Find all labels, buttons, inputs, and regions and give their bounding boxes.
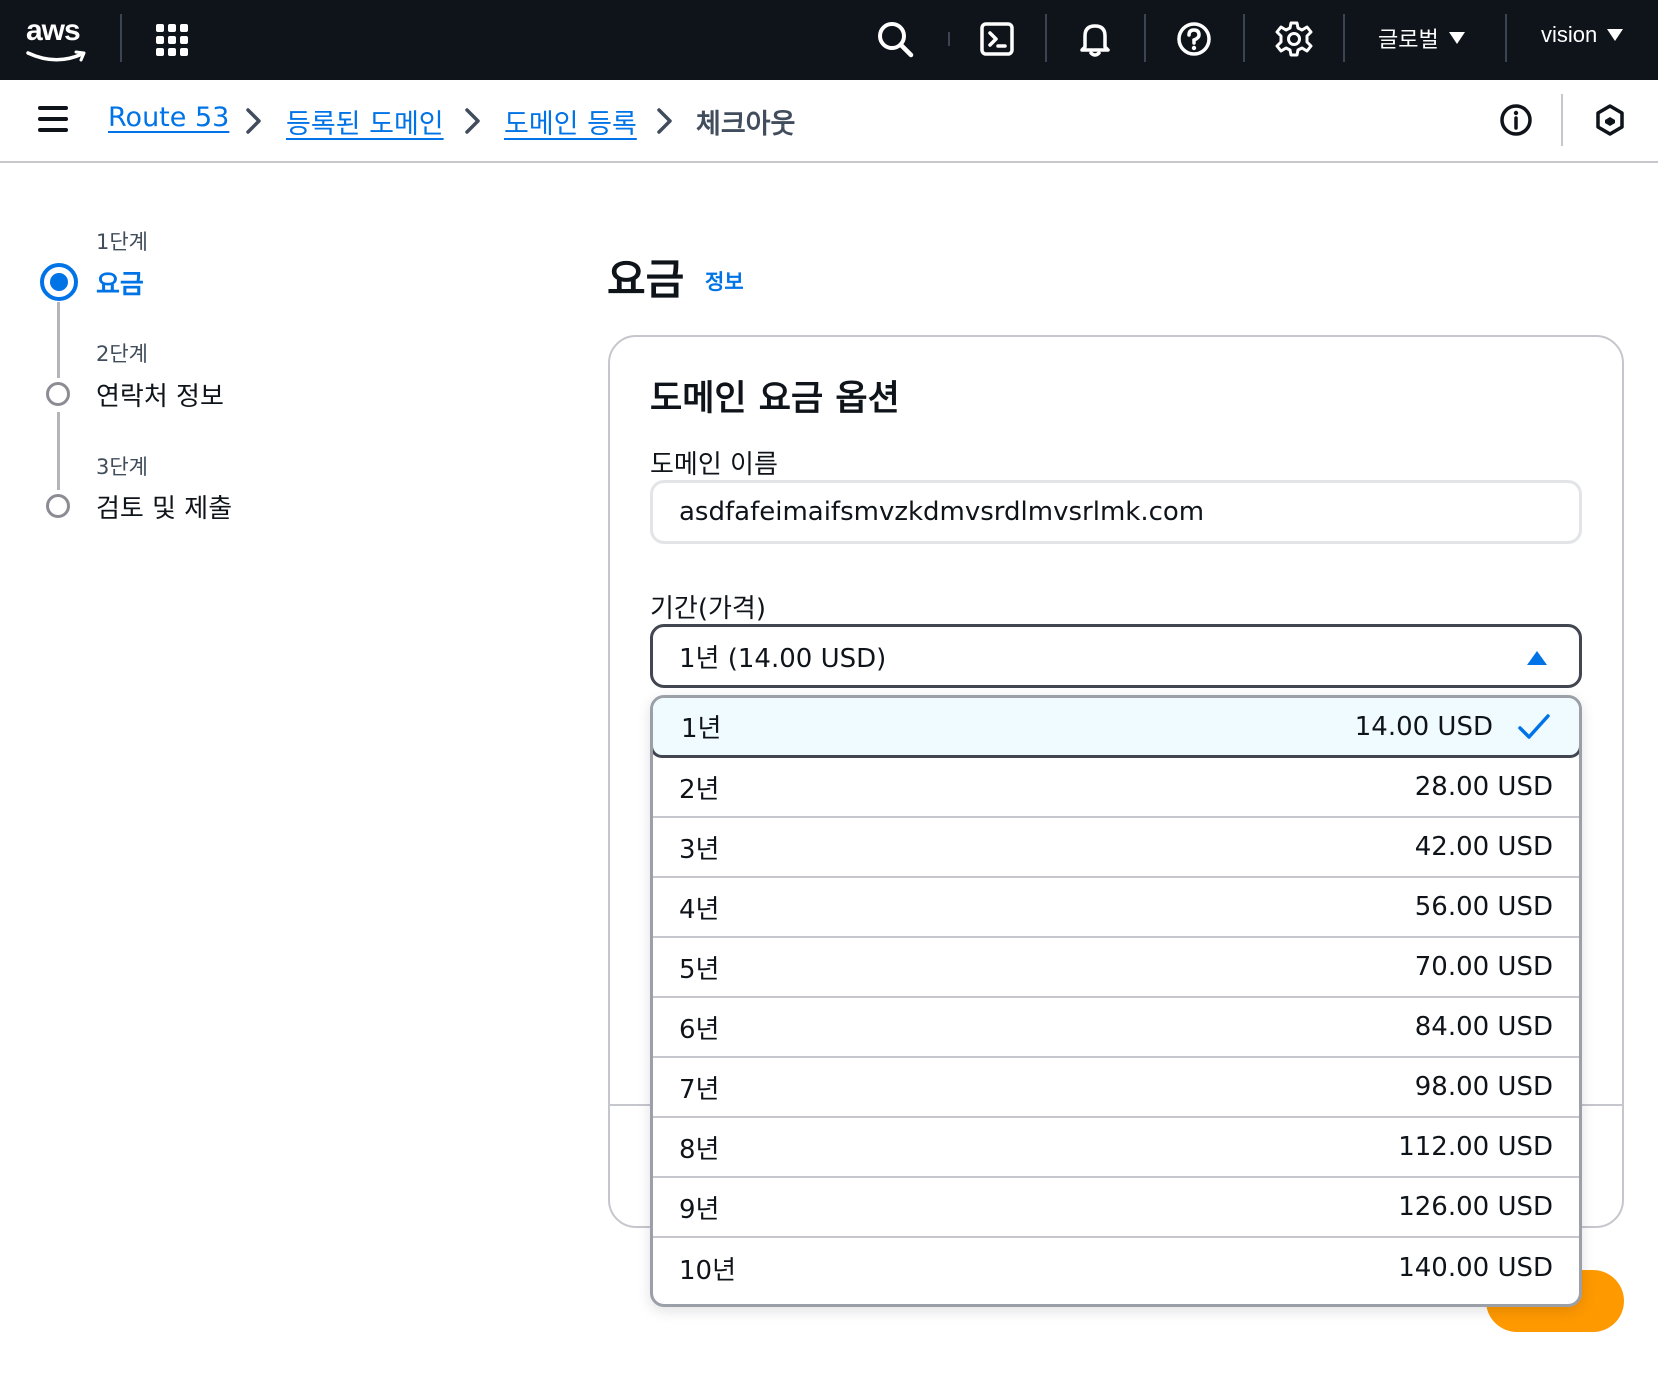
option-price: 98.00 USD xyxy=(1414,1072,1553,1102)
option-price: 42.00 USD xyxy=(1414,832,1553,862)
topbar-divider xyxy=(1243,14,1245,62)
search-icon[interactable] xyxy=(872,16,918,62)
option-label: 5년 xyxy=(679,954,720,985)
option-price: 140.00 USD xyxy=(1398,1253,1553,1283)
option-label: 4년 xyxy=(679,894,720,925)
period-option[interactable]: 7년 98.00 USD xyxy=(653,1058,1579,1118)
notifications-bell-icon[interactable] xyxy=(1072,16,1118,62)
topbar-divider xyxy=(120,14,122,62)
option-label: 6년 xyxy=(679,1014,720,1045)
option-label: 1년 xyxy=(681,714,722,744)
chevron-right-icon xyxy=(465,108,480,134)
chevron-right-icon xyxy=(657,108,672,134)
top-navigation-bar: aws 글로벌 vision xyxy=(0,0,1658,80)
period-option[interactable]: 3년 42.00 USD xyxy=(653,818,1579,878)
cloudshell-icon[interactable] xyxy=(974,16,1020,62)
period-option[interactable]: 9년 126.00 USD xyxy=(653,1178,1579,1238)
option-label: 7년 xyxy=(679,1074,720,1105)
caret-up-icon xyxy=(1527,651,1547,665)
option-price: 112.00 USD xyxy=(1398,1132,1553,1162)
breadcrumb-register-domain[interactable]: 도메인 등록 xyxy=(504,102,637,141)
aws-logo[interactable]: aws xyxy=(26,14,90,62)
settings-gear-icon[interactable] xyxy=(1271,16,1317,62)
info-link[interactable]: 정보 xyxy=(705,266,744,296)
step-2-label: 2단계 xyxy=(96,342,149,366)
period-selected-value: 1년 (14.00 USD) xyxy=(679,643,887,674)
help-icon[interactable] xyxy=(1171,16,1217,62)
period-option[interactable]: 10년 140.00 USD xyxy=(653,1238,1579,1298)
step-2-inactive-icon xyxy=(46,382,70,406)
caret-down-icon xyxy=(1607,29,1624,41)
page-title: 요금 xyxy=(607,255,685,304)
aws-logo-text: aws xyxy=(26,14,81,47)
step-1-active-icon xyxy=(40,263,78,301)
option-label: 3년 xyxy=(679,834,720,865)
region-selector[interactable]: 글로벌 xyxy=(1378,22,1465,54)
step-3-title: 검토 및 제출 xyxy=(96,494,233,524)
breadcrumb-current: 체크아웃 xyxy=(696,109,796,140)
checkmark-icon xyxy=(1518,713,1550,739)
domain-name-label: 도메인 이름 xyxy=(650,450,778,480)
caret-down-icon xyxy=(1448,32,1465,44)
period-option[interactable]: 8년 112.00 USD xyxy=(653,1118,1579,1178)
option-label: 2년 xyxy=(679,774,720,805)
step-connector xyxy=(57,302,60,378)
step-3-label: 3단계 xyxy=(96,455,149,479)
option-price: 56.00 USD xyxy=(1414,892,1553,922)
period-label: 기간(가격) xyxy=(650,594,766,624)
step-1-title[interactable]: 요금 xyxy=(96,264,144,301)
account-label: vision xyxy=(1541,22,1598,47)
topbar-divider xyxy=(1505,14,1507,62)
option-price: 126.00 USD xyxy=(1398,1192,1553,1222)
domain-name-field: asdfafeimaifsmvzkdmvsrdlmvsrlmk.com xyxy=(650,480,1582,544)
option-label: 10년 xyxy=(679,1255,737,1286)
region-label: 글로벌 xyxy=(1378,27,1439,52)
period-option[interactable]: 1년 14.00 USD xyxy=(653,698,1579,758)
topbar-divider xyxy=(948,32,950,46)
period-option[interactable]: 5년 70.00 USD xyxy=(653,938,1579,998)
period-option[interactable]: 4년 56.00 USD xyxy=(653,878,1579,938)
option-label: 9년 xyxy=(679,1194,720,1225)
option-price: 28.00 USD xyxy=(1414,772,1553,802)
breadcrumb-bar: Route 53 등록된 도메인 도메인 등록 체크아웃 xyxy=(0,80,1658,163)
step-2-title: 연락처 정보 xyxy=(96,382,224,412)
breadcrumb-registered-domains[interactable]: 등록된 도메인 xyxy=(286,102,444,141)
step-3-inactive-icon xyxy=(46,494,70,518)
option-price: 14.00 USD xyxy=(1354,711,1493,742)
step-1-label: 1단계 xyxy=(96,230,149,254)
chevron-right-icon xyxy=(246,108,261,134)
menu-hamburger-icon[interactable] xyxy=(38,106,68,132)
step-connector xyxy=(57,412,60,490)
option-price: 70.00 USD xyxy=(1414,952,1553,982)
info-panel-icon[interactable] xyxy=(1494,98,1538,142)
card-title: 도메인 요금 옵션 xyxy=(650,379,900,419)
option-label: 8년 xyxy=(679,1134,720,1165)
period-dropdown-list: 1년 14.00 USD 2년 28.00 USD 3년 42.00 USD 4… xyxy=(650,695,1582,1307)
breadcrumb-route53[interactable]: Route 53 xyxy=(108,102,229,133)
topbar-divider xyxy=(1144,14,1146,62)
account-menu[interactable]: vision xyxy=(1541,22,1624,48)
amazon-q-icon[interactable] xyxy=(1588,98,1632,142)
period-option[interactable]: 6년 84.00 USD xyxy=(653,998,1579,1058)
option-price: 84.00 USD xyxy=(1414,1012,1553,1042)
aws-smile-icon xyxy=(26,50,86,62)
period-select[interactable]: 1년 (14.00 USD) xyxy=(650,624,1582,688)
breadcrumb-divider xyxy=(1561,94,1563,146)
period-option[interactable]: 2년 28.00 USD xyxy=(653,758,1579,818)
topbar-divider xyxy=(1045,14,1047,62)
apps-grid-icon[interactable] xyxy=(156,24,188,56)
topbar-divider xyxy=(1343,14,1345,62)
